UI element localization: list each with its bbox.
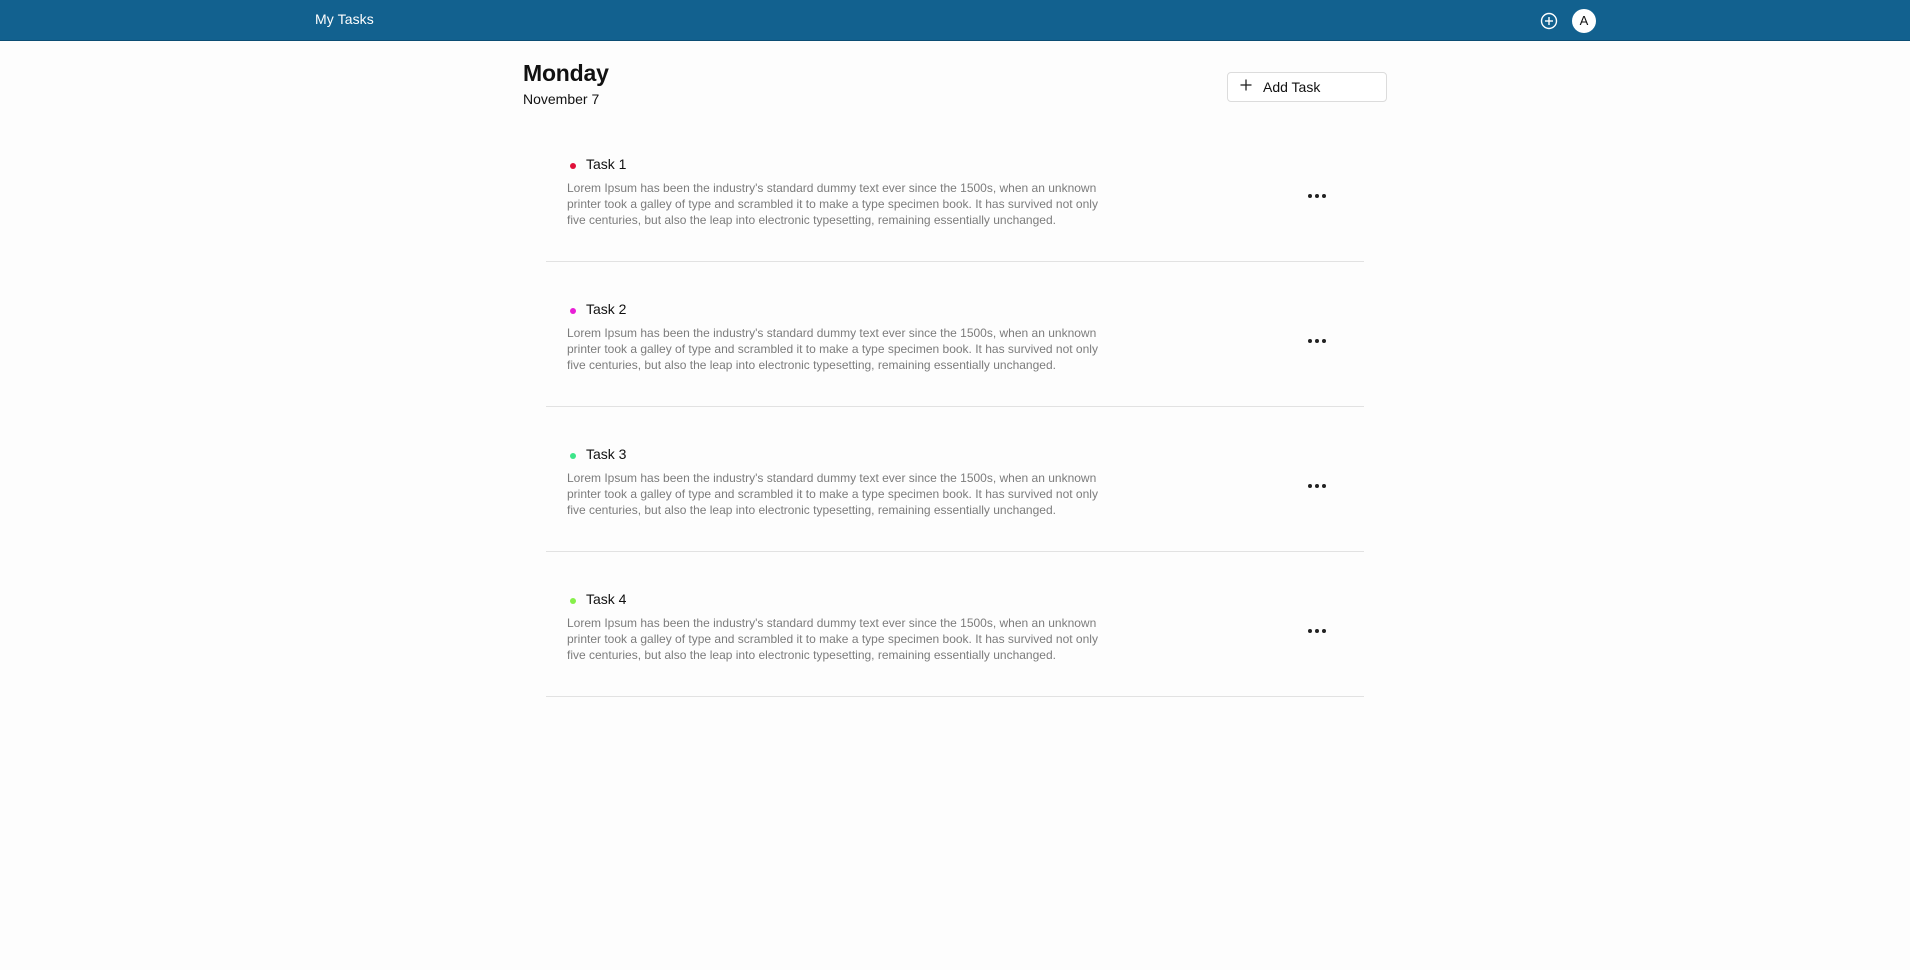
task-description: Lorem Ipsum has been the industry's stan… bbox=[567, 616, 1098, 662]
add-task-label: Add Task bbox=[1263, 79, 1321, 95]
task-color-dot bbox=[570, 163, 576, 169]
more-options-icon[interactable] bbox=[1306, 478, 1328, 488]
task-title: Task 1 bbox=[586, 156, 627, 172]
task-description: Lorem Ipsum has been the industry's stan… bbox=[567, 471, 1098, 517]
task-color-dot bbox=[570, 453, 576, 459]
day-date: November 7 bbox=[523, 91, 600, 107]
add-task-button[interactable]: Add Task bbox=[1227, 72, 1387, 102]
task-title: Task 4 bbox=[586, 591, 627, 607]
task-title: Task 3 bbox=[586, 446, 627, 462]
task-item[interactable]: Task 1 Lorem Ipsum has been the industry… bbox=[546, 117, 1364, 262]
plus-icon bbox=[1239, 78, 1253, 92]
task-item[interactable]: Task 4 Lorem Ipsum has been the industry… bbox=[546, 552, 1364, 697]
task-color-dot bbox=[570, 308, 576, 314]
top-bar: My Tasks A bbox=[0, 0, 1910, 41]
task-description: Lorem Ipsum has been the industry's stan… bbox=[567, 326, 1098, 372]
avatar[interactable]: A bbox=[1572, 9, 1596, 33]
more-options-icon[interactable] bbox=[1306, 188, 1328, 198]
task-description: Lorem Ipsum has been the industry's stan… bbox=[567, 181, 1098, 227]
more-options-icon[interactable] bbox=[1306, 333, 1328, 343]
task-color-dot bbox=[570, 598, 576, 604]
more-options-icon[interactable] bbox=[1306, 623, 1328, 633]
day-title: Monday bbox=[523, 60, 609, 86]
task-item[interactable]: Task 2 Lorem Ipsum has been the industry… bbox=[546, 262, 1364, 407]
plus-circle-icon[interactable] bbox=[1540, 12, 1558, 30]
task-item[interactable]: Task 3 Lorem Ipsum has been the industry… bbox=[546, 407, 1364, 552]
app-title: My Tasks bbox=[315, 11, 374, 27]
task-title: Task 2 bbox=[586, 301, 627, 317]
